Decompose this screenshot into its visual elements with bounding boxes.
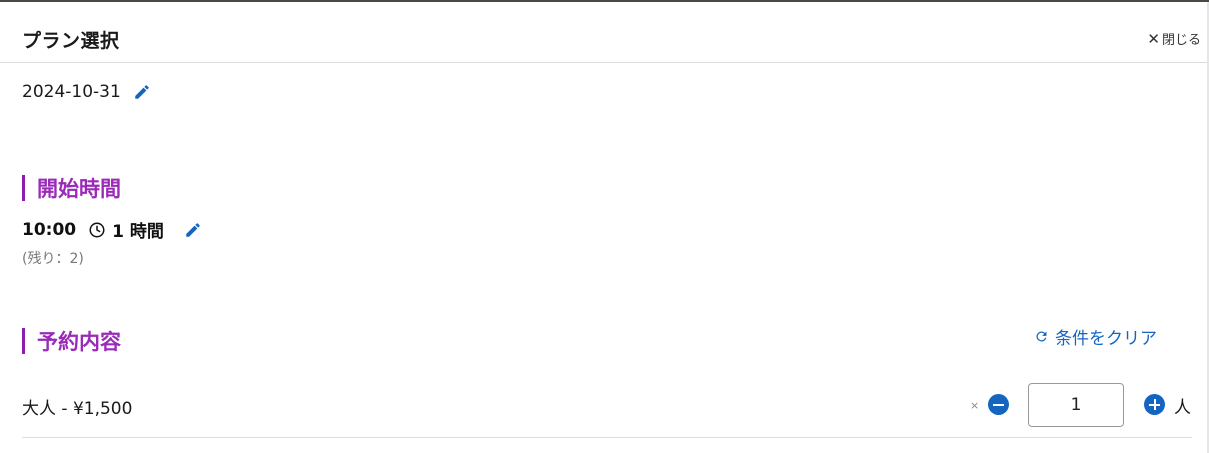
start-time-heading: 開始時間 [22, 173, 121, 203]
dialog-header: プラン選択 ✕ 閉じる [0, 2, 1207, 63]
time-row: 10:00 1 時間 [22, 217, 202, 242]
dialog-title: プラン選択 [22, 30, 120, 52]
start-time-value: 10:00 [22, 219, 77, 240]
heading-accent-bar [22, 175, 25, 201]
duration-value: 1 時間 [112, 222, 164, 242]
refresh-icon [1036, 331, 1047, 342]
clock-icon [89, 222, 105, 237]
clear-conditions-label: 条件をクリア [1055, 329, 1157, 349]
close-label: 閉じる [1161, 33, 1201, 48]
increase-quantity-button[interactable] [1144, 394, 1165, 415]
ticket-row: 大人 - ¥1,500 × 人 [22, 383, 1192, 438]
ticket-label: 大人 - ¥1,500 [22, 399, 133, 419]
quantity-input[interactable] [1028, 383, 1124, 427]
close-icon: ✕ [1147, 29, 1160, 48]
date-row: 2024-10-31 [22, 82, 151, 102]
close-button[interactable]: ✕ 閉じる [1147, 29, 1201, 49]
selected-date: 2024-10-31 [22, 82, 121, 102]
heading-accent-bar [22, 328, 25, 354]
reservation-heading: 予約内容 [22, 326, 121, 356]
quantity-unit: 人 [1174, 398, 1191, 418]
clear-conditions-button[interactable]: 条件をクリア [1034, 324, 1157, 349]
start-time-title: 開始時間 [37, 177, 121, 201]
pencil-icon[interactable] [133, 83, 151, 101]
remaining-count: (残り：2) [22, 251, 84, 267]
reservation-title: 予約内容 [37, 330, 121, 354]
pencil-icon[interactable] [184, 221, 202, 239]
times-sign: × [970, 399, 980, 412]
decrease-quantity-button[interactable] [988, 394, 1009, 415]
